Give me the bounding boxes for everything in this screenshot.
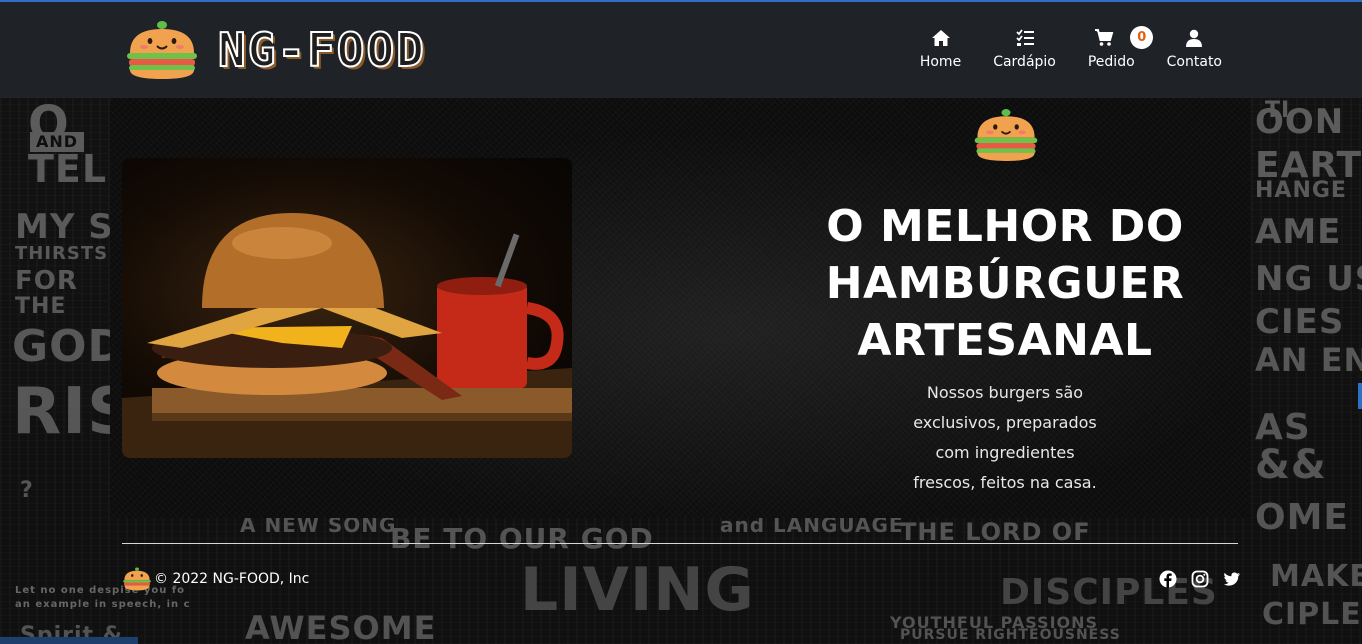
edge-accent [0, 637, 138, 644]
hero-text-line: exclusivos, preparados [913, 413, 1097, 432]
copyright-text: © 2022 NG-FOOD, Inc [154, 571, 310, 587]
hero-text-line: com ingredientes [935, 443, 1075, 462]
hero-title-line: HAMBÚRGUER [825, 258, 1185, 309]
nav-item-cardapio[interactable]: Cardápio [993, 26, 1056, 70]
cart-count-badge: 0 [1130, 26, 1154, 49]
checklist-icon [1015, 29, 1034, 46]
instagram-icon[interactable] [1191, 570, 1209, 588]
twitter-icon[interactable] [1223, 570, 1241, 588]
main-nav: Home Cardápio 0 Pedido Contato [920, 26, 1222, 70]
hero-text-line: Nossos burgers são [926, 383, 1084, 402]
brand-name: NG-FOOD [217, 22, 426, 78]
user-icon [1186, 29, 1203, 47]
hero-text-line: frescos, feitos na casa. [913, 473, 1097, 492]
nav-item-contato[interactable]: Contato [1167, 26, 1222, 70]
footer-divider [122, 543, 1238, 544]
navbar: NG-FOOD Home Cardápio 0 Pedido Contato [0, 2, 1362, 98]
home-icon [931, 30, 950, 46]
burger-photo [122, 158, 572, 458]
nav-label-home: Home [919, 54, 962, 70]
nav-label-contato: Contato [1166, 54, 1222, 70]
brand-logo-link[interactable]: NG-FOOD [124, 20, 426, 80]
nav-label-cardapio: Cardápio [993, 54, 1056, 70]
hero-title-line: ARTESANAL [857, 315, 1153, 366]
burger-mascot-icon [127, 21, 197, 79]
hero-section: O MELHOR DO HAMBÚRGUER ARTESANAL Nossos … [110, 98, 1250, 518]
burger-mascot-icon [974, 109, 1038, 161]
edge-accent [1358, 383, 1362, 409]
social-links [1159, 570, 1241, 588]
nav-item-pedido[interactable]: 0 Pedido [1087, 26, 1154, 70]
hero-description: Nossos burgers são exclusivos, preparado… [900, 378, 1110, 498]
cart-icon [1095, 29, 1114, 46]
burger-mascot-icon [123, 567, 151, 591]
nav-item-home[interactable]: Home [920, 26, 961, 70]
nav-label-pedido: Pedido [1087, 54, 1135, 70]
facebook-icon[interactable] [1159, 570, 1177, 588]
hero-title: O MELHOR DO HAMBÚRGUER ARTESANAL [805, 198, 1205, 369]
footer-brand: © 2022 NG-FOOD, Inc [122, 566, 309, 592]
hero-title-line: O MELHOR DO [826, 201, 1184, 252]
